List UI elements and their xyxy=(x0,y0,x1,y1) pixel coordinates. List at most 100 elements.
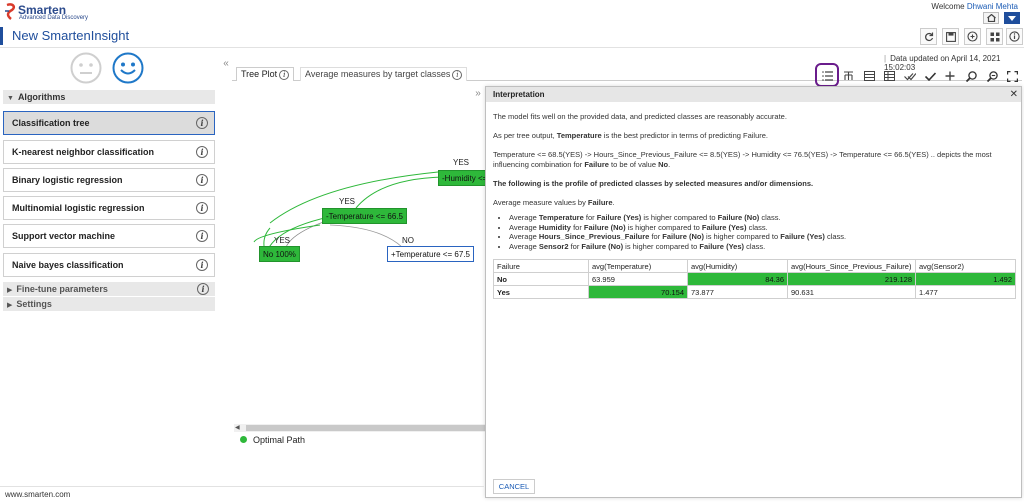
fullscreen-button[interactable] xyxy=(1004,68,1020,84)
column-header: avg(Temperature) xyxy=(588,259,688,273)
check-all-button[interactable] xyxy=(902,68,918,84)
title-bar: New SmartenInsight xyxy=(0,24,1024,48)
row-label: No xyxy=(493,272,589,286)
edge-label-no: NO xyxy=(402,236,414,245)
tab-tree-plot[interactable]: Tree Plot i xyxy=(236,67,295,81)
save-icon xyxy=(945,31,956,42)
optimal-path-legend-label: Optimal Path xyxy=(253,435,306,445)
page-title: New SmartenInsight xyxy=(12,28,130,43)
interpretation-button[interactable] xyxy=(819,68,835,84)
user-name[interactable]: Dhwani Mehta xyxy=(967,2,1018,11)
table-view-button[interactable] xyxy=(861,68,877,84)
tab-label: Average measures by target classes xyxy=(305,69,451,79)
home-icon xyxy=(986,14,996,22)
table-header-row: Failure avg(Temperature) avg(Humidity) a… xyxy=(493,259,1016,273)
cancel-button[interactable]: CANCEL xyxy=(493,479,535,494)
info-icon[interactable]: i xyxy=(196,146,208,158)
model-quality-faces xyxy=(70,52,190,86)
node-label: Temperature <= 67.5 xyxy=(395,250,470,259)
info-icon[interactable]: i xyxy=(196,117,208,129)
algorithm-binary-logistic-regression[interactable]: Binary logistic regression i xyxy=(3,168,215,192)
close-icon[interactable]: ✕ xyxy=(1010,87,1018,102)
algorithm-multinomial-logistic-regression[interactable]: Multinomial logistic regression i xyxy=(3,196,215,220)
save-as-button[interactable] xyxy=(964,28,981,45)
tree-node-humidity[interactable]: -Humidity <= xyxy=(438,170,488,186)
node-label: Humidity <= xyxy=(444,174,488,183)
dialog-title: Interpretation xyxy=(493,90,545,99)
zoom-in-button[interactable] xyxy=(963,68,979,84)
grid-view-button[interactable] xyxy=(881,68,897,84)
add-button[interactable] xyxy=(942,68,958,84)
tree-horizontal-scrollbar[interactable]: ◀ xyxy=(234,424,486,432)
footer-divider xyxy=(0,486,484,487)
influencing-combination-text: Temperature <= 68.5(YES) -> Hours_Since_… xyxy=(493,150,992,169)
logo-mark-icon xyxy=(5,3,16,20)
save-button[interactable] xyxy=(942,28,959,45)
zoom-in-icon xyxy=(965,70,977,82)
collapse-left-panel-button[interactable]: « xyxy=(220,57,232,71)
info-icon[interactable]: i xyxy=(452,70,463,80)
triangle-right-icon: ▶ xyxy=(7,302,13,309)
neutral-face-icon[interactable] xyxy=(70,52,102,84)
home-button[interactable] xyxy=(983,12,999,24)
welcome-text: Welcome Dhwani Mehta xyxy=(931,2,1018,11)
welcome-label: Welcome xyxy=(931,2,965,11)
tab-average-measures[interactable]: Average measures by target classes i xyxy=(300,67,468,81)
zoom-out-button[interactable] xyxy=(984,68,1000,84)
table-cell: 219.128 xyxy=(787,272,916,286)
table-row: Yes 70.154 73.877 90.631 1.477 xyxy=(493,285,1016,299)
list-item: Average Sensor2 for Failure (No) is high… xyxy=(509,242,1016,252)
title-accent xyxy=(0,27,3,45)
table-cell: 63.959 xyxy=(588,272,688,286)
smarten-logo[interactable]: Smarten Advanced Data Discovery xyxy=(4,3,94,23)
info-icon[interactable]: i xyxy=(196,202,208,214)
list-icon xyxy=(821,71,833,81)
plus-icon xyxy=(945,71,955,81)
profile-heading: The following is the profile of predicte… xyxy=(493,179,814,188)
info-icon[interactable]: i xyxy=(196,174,208,186)
user-menu-button[interactable] xyxy=(1004,12,1020,24)
column-header: avg(Sensor2) xyxy=(915,259,1016,273)
info-icon[interactable]: i xyxy=(279,70,290,80)
help-button[interactable] xyxy=(1006,28,1023,45)
footer-url[interactable]: www.smarten.com xyxy=(5,490,70,499)
column-header: avg(Humidity) xyxy=(687,259,788,273)
check-icon xyxy=(924,71,936,81)
edge-label-yes: YES xyxy=(274,236,291,245)
average-measures-table: Failure avg(Temperature) avg(Humidity) a… xyxy=(493,259,1016,299)
hierarchy-button[interactable] xyxy=(840,68,856,84)
tree-node-leaf-no[interactable]: No 100% xyxy=(259,246,300,262)
tree-node-temperature-67[interactable]: +Temperature <= 67.5 xyxy=(387,246,474,262)
algorithm-support-vector-machine[interactable]: Support vector machine i xyxy=(3,224,215,248)
info-icon[interactable]: i xyxy=(196,230,208,242)
column-header: Failure xyxy=(493,259,589,273)
node-label: Temperature <= 66.5 xyxy=(328,212,403,221)
algorithm-label: Multinomial logistic regression xyxy=(12,203,145,213)
refresh-icon xyxy=(924,32,933,41)
dialog-header: Interpretation ✕ xyxy=(486,87,1021,102)
fine-tune-parameters-header[interactable]: ▶ Fine-tune parameters i xyxy=(3,282,215,296)
check-button[interactable] xyxy=(922,68,938,84)
info-icon[interactable]: i xyxy=(197,283,209,295)
refresh-button[interactable] xyxy=(920,28,937,45)
scrollbar-thumb[interactable] xyxy=(246,425,486,431)
double-check-icon xyxy=(904,72,916,80)
algorithm-label: Classification tree xyxy=(12,118,90,128)
average-measures-intro: Average measure values by Failure. xyxy=(493,198,615,207)
algorithm-naive-bayes-classification[interactable]: Naive bayes classification i xyxy=(3,253,215,277)
algorithms-section-header[interactable]: ▼ Algorithms xyxy=(3,90,215,104)
grid-icon xyxy=(990,32,999,41)
settings-header[interactable]: ▶ Settings xyxy=(3,297,215,311)
algorithm-label: Binary logistic regression xyxy=(12,175,123,185)
table-icon xyxy=(863,71,875,81)
algorithm-knn-classification[interactable]: K-nearest neighbor classification i xyxy=(3,140,215,164)
triangle-down-icon: ▼ xyxy=(7,95,14,102)
list-item: Average Temperature for Failure (Yes) is… xyxy=(509,213,1016,223)
happy-face-icon[interactable] xyxy=(112,52,144,84)
tree-node-temperature-66[interactable]: -Temperature <= 66.5 xyxy=(322,208,407,224)
scroll-left-icon[interactable]: ◀ xyxy=(235,424,240,432)
grid-settings-button[interactable] xyxy=(986,28,1003,45)
info-icon xyxy=(1009,31,1020,42)
info-icon[interactable]: i xyxy=(196,259,208,271)
algorithm-classification-tree[interactable]: Classification tree i xyxy=(3,111,215,135)
